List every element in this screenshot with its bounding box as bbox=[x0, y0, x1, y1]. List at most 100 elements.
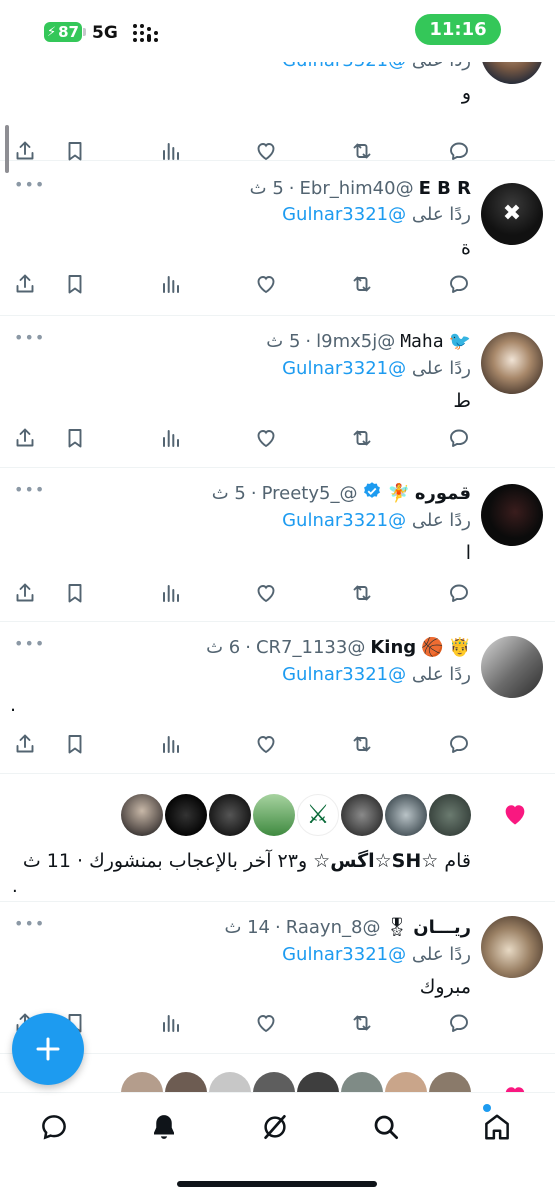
more-options-icon[interactable]: ••• bbox=[14, 480, 45, 499]
tweet-row[interactable]: ✖ ••• E B R @Ebr_him40 · 5 ث ردًا على @G… bbox=[0, 161, 555, 316]
views-button[interactable] bbox=[156, 423, 186, 453]
scroll-indicator[interactable] bbox=[5, 125, 9, 173]
bookmark-button[interactable] bbox=[60, 729, 90, 759]
notification-feed[interactable]: ردًا على @Gulnar3321 و ✖ ••• E B R @Ebr_… bbox=[0, 62, 555, 1092]
home-indicator[interactable] bbox=[177, 1181, 377, 1187]
display-name[interactable]: E B R bbox=[419, 178, 471, 199]
user-handle[interactable]: @CR7_1133 bbox=[256, 637, 365, 658]
retweet-button[interactable] bbox=[347, 578, 377, 608]
liker-avatar[interactable] bbox=[429, 1072, 471, 1092]
liker-avatar[interactable] bbox=[165, 1072, 207, 1092]
like-button[interactable] bbox=[251, 269, 281, 299]
like-notification-heart-icon bbox=[505, 1087, 525, 1092]
tweet-row[interactable]: ••• 🤴 🏀 King @CR7_1133 · 6 ث ردًا على @G… bbox=[0, 622, 555, 774]
liker-avatar[interactable] bbox=[209, 1072, 251, 1092]
tab-notifications[interactable] bbox=[146, 1109, 182, 1145]
tweet-row[interactable]: ••• 🐦 Maha @l9mx5j · 5 ث ردًا على @Gulna… bbox=[0, 316, 555, 468]
avatar[interactable] bbox=[481, 636, 543, 698]
like-button[interactable] bbox=[251, 423, 281, 453]
avatar[interactable] bbox=[481, 62, 543, 84]
reply-button[interactable] bbox=[444, 578, 474, 608]
liker-avatar[interactable] bbox=[121, 794, 163, 836]
reply-mention-link[interactable]: @Gulnar3321 bbox=[282, 62, 406, 71]
tweet-time[interactable]: 5 ث bbox=[266, 331, 300, 352]
liker-avatar[interactable] bbox=[341, 1072, 383, 1092]
user-handle[interactable]: @Ebr_him40 bbox=[300, 178, 414, 199]
reply-mention-link[interactable]: @Gulnar3321 bbox=[282, 510, 406, 531]
share-button[interactable] bbox=[10, 729, 40, 759]
liker-name[interactable]: ☆SH☆اگس☆ bbox=[313, 850, 438, 872]
views-button[interactable] bbox=[156, 1008, 186, 1038]
views-button[interactable] bbox=[156, 578, 186, 608]
reply-mention-link[interactable]: @Gulnar3321 bbox=[282, 664, 406, 685]
tab-search[interactable] bbox=[368, 1109, 404, 1145]
avatar[interactable]: ✖ bbox=[481, 183, 543, 245]
tweet-row[interactable]: ••• ريـــان 🎖 @Raayn_8 · 14 ث ردًا على @… bbox=[0, 902, 555, 1054]
more-options-icon[interactable]: ••• bbox=[14, 914, 45, 933]
more-options-icon[interactable]: ••• bbox=[14, 328, 45, 347]
share-button[interactable] bbox=[10, 578, 40, 608]
like-notification-row[interactable] bbox=[0, 1054, 555, 1092]
liker-avatar[interactable] bbox=[209, 794, 251, 836]
reply-button[interactable] bbox=[444, 423, 474, 453]
more-options-icon[interactable]: ••• bbox=[14, 634, 45, 653]
liker-avatar[interactable] bbox=[253, 794, 295, 836]
liker-avatar[interactable] bbox=[121, 1072, 163, 1092]
views-icon bbox=[163, 585, 179, 602]
more-options-icon[interactable]: ••• bbox=[14, 175, 45, 194]
bookmark-button[interactable] bbox=[60, 269, 90, 299]
views-button[interactable] bbox=[156, 269, 186, 299]
liker-avatar[interactable] bbox=[297, 1072, 339, 1092]
reply-button[interactable] bbox=[444, 1008, 474, 1038]
retweet-button[interactable] bbox=[347, 423, 377, 453]
display-name[interactable]: قموره bbox=[415, 483, 471, 504]
like-button[interactable] bbox=[251, 578, 281, 608]
reply-mention-link[interactable]: @Gulnar3321 bbox=[282, 944, 406, 965]
plus-icon bbox=[36, 1037, 60, 1061]
user-handle[interactable]: @l9mx5j bbox=[316, 331, 395, 352]
reply-button[interactable] bbox=[444, 269, 474, 299]
avatar[interactable] bbox=[481, 484, 543, 546]
tweet-row[interactable]: ردًا على @Gulnar3321 و bbox=[0, 62, 555, 161]
retweet-button[interactable] bbox=[347, 1008, 377, 1038]
liker-avatar[interactable] bbox=[253, 1072, 295, 1092]
tweet-actions bbox=[0, 729, 555, 759]
tab-messages[interactable] bbox=[36, 1109, 72, 1145]
reply-mention-link[interactable]: @Gulnar3321 bbox=[282, 358, 406, 379]
bookmark-button[interactable] bbox=[60, 423, 90, 453]
share-button[interactable] bbox=[10, 269, 40, 299]
user-handle[interactable]: @Raayn_8 bbox=[286, 917, 381, 938]
reply-icon bbox=[450, 735, 468, 753]
display-name[interactable]: King bbox=[370, 637, 416, 658]
compose-button[interactable] bbox=[12, 1013, 84, 1085]
tab-home[interactable] bbox=[479, 1109, 515, 1145]
tweet-time[interactable]: 14 ث bbox=[224, 917, 270, 938]
share-button[interactable] bbox=[10, 423, 40, 453]
liker-avatar[interactable] bbox=[165, 794, 207, 836]
reply-button[interactable] bbox=[444, 729, 474, 759]
tweet-time[interactable]: 5 ث bbox=[212, 483, 246, 504]
liker-avatar[interactable]: ⚔ bbox=[297, 794, 339, 836]
like-notification-row[interactable]: ⚔ قام ☆SH☆اگس☆ و٢٣ آخر بالإعجاب بمنشورك … bbox=[0, 774, 555, 902]
display-name[interactable]: ريـــان bbox=[413, 917, 471, 938]
liker-avatar[interactable] bbox=[341, 794, 383, 836]
liker-avatar[interactable] bbox=[429, 794, 471, 836]
avatar[interactable] bbox=[481, 332, 543, 394]
like-button[interactable] bbox=[251, 729, 281, 759]
like-button[interactable] bbox=[251, 1008, 281, 1038]
tweet-row[interactable]: ••• قموره 🧚 @_Preety5 · 5 ث ردًا على @Gu… bbox=[0, 468, 555, 622]
user-handle[interactable]: @_Preety5 bbox=[262, 483, 358, 504]
views-icon bbox=[163, 276, 179, 293]
avatar[interactable] bbox=[481, 916, 543, 978]
retweet-button[interactable] bbox=[347, 269, 377, 299]
liker-avatar[interactable] bbox=[385, 1072, 427, 1092]
liker-avatar[interactable] bbox=[385, 794, 427, 836]
tweet-time[interactable]: 6 ث bbox=[206, 637, 240, 658]
views-button[interactable] bbox=[156, 729, 186, 759]
tab-grok[interactable] bbox=[257, 1109, 293, 1145]
display-name[interactable]: Maha bbox=[400, 331, 443, 352]
retweet-button[interactable] bbox=[347, 729, 377, 759]
tweet-time[interactable]: 5 ث bbox=[250, 178, 284, 199]
bookmark-button[interactable] bbox=[60, 578, 90, 608]
reply-mention-link[interactable]: @Gulnar3321 bbox=[282, 204, 406, 225]
